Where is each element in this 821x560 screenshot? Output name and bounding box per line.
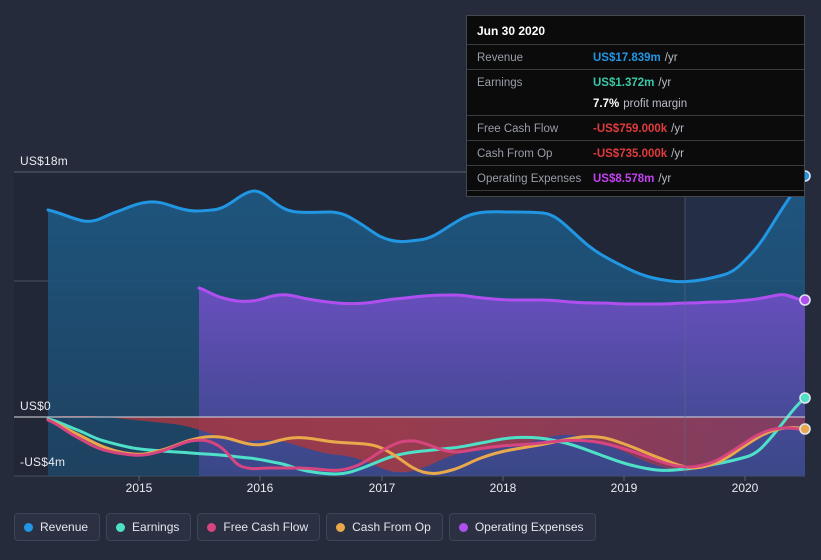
legend-item-earnings[interactable]: Earnings [106, 513, 192, 541]
tooltip-footer-rule [467, 190, 804, 194]
tooltip-profit-margin-value: 7.7% [593, 98, 620, 110]
tooltip-metric-unit: /yr [671, 148, 684, 160]
tooltip-row: Earnings US$1.372m/yr [467, 69, 804, 94]
tooltip-profit-margin-label: profit margin [623, 98, 688, 110]
x-axis-tick-2018: 2018 [489, 481, 517, 495]
legend-color-dot-icon [458, 522, 468, 532]
x-axis-tick-2019: 2019 [610, 481, 638, 495]
x-axis-tick-2016: 2016 [246, 481, 274, 495]
tooltip-row: Cash From Op -US$735.000k/yr [467, 140, 804, 165]
tooltip-metric-label: Free Cash Flow [477, 123, 559, 135]
legend-item-label: Cash From Op [352, 520, 431, 534]
tooltip-date: Jun 30 2020 [477, 24, 546, 38]
legend-item-free-cash-flow[interactable]: Free Cash Flow [197, 513, 321, 541]
legend-item-cash-from-op[interactable]: Cash From Op [326, 513, 443, 541]
tooltip-metric-value: US$1.372m [593, 77, 655, 89]
x-axis-tick-2020: 2020 [731, 481, 759, 495]
legend-item-label: Free Cash Flow [223, 520, 309, 534]
x-axis: 2015 2016 2017 2018 2019 2020 [0, 481, 821, 501]
earnings-endpoint-marker [799, 392, 811, 404]
tooltip-row: Free Cash Flow -US$759.000k/yr [467, 115, 804, 140]
tooltip-metric-unit: /yr [671, 123, 684, 135]
legend-item-revenue[interactable]: Revenue [14, 513, 101, 541]
tooltip-metric-unit: /yr [664, 52, 678, 64]
tooltip-metric-value: US$17.839m [593, 52, 661, 64]
revenue-earnings-chart: US$18m US$0 -US$4m 2015 2016 2017 2018 2019 2… [0, 0, 821, 560]
tooltip-row: Operating Expenses US$8.578m/yr [467, 165, 804, 190]
legend-item-label: Earnings [132, 520, 180, 534]
cash-from-op-endpoint-marker [799, 423, 811, 435]
tooltip-profit-margin-row: 7.7% profit margin [467, 94, 804, 115]
tooltip-metric-value: -US$759.000k [593, 123, 668, 135]
legend-item-label: Operating Expenses [474, 520, 584, 534]
tooltip-rows: Revenue US$17.839m/yr Earnings US$1.372m/yr… [467, 44, 804, 190]
tooltip-metric-label: Operating Expenses [477, 173, 582, 185]
data-tooltip: Jun 30 2020 Revenue US$17.839m/yr Earnings… [466, 15, 805, 197]
chart-legend[interactable]: Revenue Earnings Free Cash Flow Cash From O… [14, 513, 596, 541]
opex-endpoint-marker [799, 294, 811, 306]
legend-color-dot-icon [207, 522, 217, 532]
tooltip-metric-label: Revenue [477, 52, 524, 64]
tooltip-metric-unit: /yr [658, 173, 672, 185]
tooltip-metric-label: Cash From Op [477, 148, 553, 160]
tooltip-metric-value: US$8.578m [593, 173, 655, 185]
legend-item-label: Revenue [40, 520, 89, 534]
tooltip-metric-unit: /yr [658, 77, 672, 89]
legend-color-dot-icon [116, 522, 126, 532]
x-axis-tick-2015: 2015 [125, 481, 153, 495]
tooltip-metric-value: -US$735.000k [593, 148, 668, 160]
x-axis-tick-2017: 2017 [368, 481, 396, 495]
legend-item-operating-expenses[interactable]: Operating Expenses [448, 513, 596, 541]
legend-color-dot-icon [336, 522, 346, 532]
tooltip-row: Revenue US$17.839m/yr [467, 44, 804, 69]
tooltip-metric-label: Earnings [477, 77, 523, 89]
legend-color-dot-icon [24, 522, 33, 532]
